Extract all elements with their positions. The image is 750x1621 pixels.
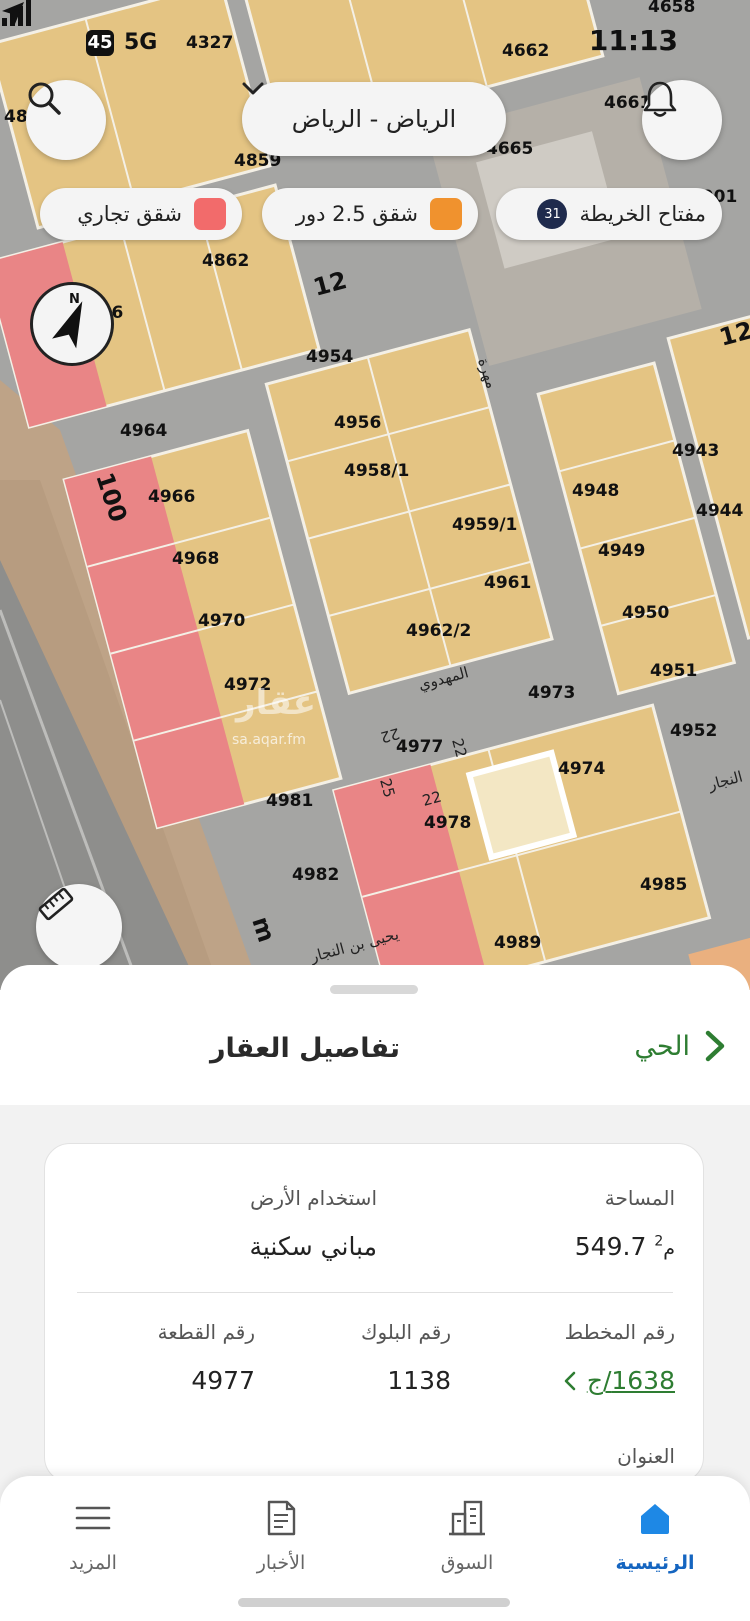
ruler-icon bbox=[38, 887, 74, 921]
plot-number-value: 4977 bbox=[191, 1366, 255, 1395]
tab-more-label: المزيد bbox=[69, 1552, 117, 1574]
legend-label: شقق تجاري bbox=[77, 202, 182, 226]
plot-label: 4956 bbox=[334, 413, 381, 433]
search-button[interactable] bbox=[26, 80, 106, 160]
block-number-value: 1138 bbox=[387, 1366, 451, 1395]
tab-market-label: السوق bbox=[440, 1552, 494, 1574]
city-name: الرياض - الرياض bbox=[291, 105, 457, 133]
tab-bar: الرئيسية السوق الأخبار المزيد bbox=[0, 1476, 750, 1621]
tab-market[interactable]: السوق bbox=[412, 1498, 522, 1574]
plot-label: 4966 bbox=[148, 487, 195, 507]
plot-number-cell: رقم القطعة 4977 bbox=[158, 1320, 255, 1395]
address-label: العنوان bbox=[617, 1444, 675, 1468]
menu-icon bbox=[75, 1506, 111, 1530]
area-label: المساحة bbox=[604, 1186, 675, 1210]
legend-label: شقق 2.5 دور bbox=[295, 202, 418, 226]
area-unit: م bbox=[663, 1238, 675, 1260]
area-cell: المساحة 549.7 م2 bbox=[575, 1186, 675, 1261]
plot-label: 4978 bbox=[424, 813, 471, 833]
map-key-label: مفتاح الخريطة bbox=[579, 202, 706, 226]
map-key-button[interactable]: مفتاح الخريطة 31 bbox=[496, 188, 722, 240]
plot-label: 4943 bbox=[672, 441, 719, 461]
city-selector[interactable]: الرياض - الرياض bbox=[242, 82, 506, 156]
notifications-button[interactable] bbox=[642, 80, 722, 160]
building-icon bbox=[449, 1500, 485, 1536]
bell-icon bbox=[643, 81, 677, 117]
plot-label: 4981 bbox=[266, 791, 313, 811]
chevron-left-icon bbox=[564, 1371, 576, 1390]
chevron-right-icon bbox=[705, 1030, 725, 1062]
plot-label: 4982 bbox=[292, 865, 339, 885]
plot-label: 4948 bbox=[572, 481, 619, 501]
legend-swatch bbox=[430, 198, 462, 230]
search-icon bbox=[28, 82, 61, 115]
watermark-url: sa.aqar.fm bbox=[232, 732, 306, 748]
measure-button[interactable] bbox=[36, 884, 122, 970]
block-number-label: رقم البلوك bbox=[360, 1320, 451, 1344]
plot-label: 4973 bbox=[528, 683, 575, 703]
plot-label: 4974 bbox=[558, 759, 605, 779]
plot-label: 4959/1 bbox=[452, 515, 517, 535]
tab-home-label: الرئيسية bbox=[615, 1552, 695, 1574]
plot-label: 4950 bbox=[622, 603, 669, 623]
tab-more[interactable]: المزيد bbox=[38, 1498, 148, 1574]
compass-icon: N bbox=[52, 292, 83, 349]
neighborhood-link-label: الحي bbox=[634, 1030, 690, 1062]
plan-number-cell: رقم المخطط 1638/ج bbox=[563, 1320, 675, 1395]
plot-label: 4989 bbox=[494, 933, 541, 953]
plot-label: 4951 bbox=[650, 661, 697, 681]
compass-button[interactable]: N bbox=[30, 282, 114, 366]
area-unit-sup: 2 bbox=[654, 1233, 664, 1250]
home-indicator bbox=[238, 1598, 510, 1607]
plan-number-label: رقم المخطط bbox=[564, 1320, 675, 1344]
location-arrow-icon bbox=[2, 2, 24, 24]
map-key-count: 31 bbox=[537, 199, 568, 229]
plot-label: 4952 bbox=[670, 721, 717, 741]
compass-north-label: N bbox=[69, 292, 80, 307]
plan-number-link[interactable]: 1638/ج bbox=[563, 1366, 675, 1395]
neighborhood-link[interactable]: الحي bbox=[634, 1029, 726, 1063]
plot-number-label: رقم القطعة bbox=[157, 1320, 255, 1344]
sheet-grabber[interactable] bbox=[330, 985, 418, 994]
legend-filter-commercial[interactable]: شقق تجاري bbox=[40, 188, 242, 240]
legend-filter-apartments-2-5[interactable]: شقق 2.5 دور bbox=[262, 188, 478, 240]
area-value: 549.7 bbox=[574, 1232, 647, 1261]
plot-label: 4962/2 bbox=[406, 621, 471, 641]
land-use-value: مباني سكنية bbox=[249, 1232, 377, 1261]
plot-label: 4968 bbox=[172, 549, 219, 569]
tab-news[interactable]: الأخبار bbox=[226, 1498, 336, 1574]
plot-label: 4862 bbox=[202, 251, 249, 271]
plot-label: 4961 bbox=[484, 573, 531, 593]
land-use-cell: استخدام الأرض مباني سكنية bbox=[249, 1186, 377, 1261]
document-icon bbox=[267, 1500, 296, 1536]
plot-label: 4949 bbox=[598, 541, 645, 561]
watermark-logo: عقار bbox=[234, 683, 316, 723]
plot-label: 4985 bbox=[640, 875, 687, 895]
details-card: المساحة 549.7 م2 استخدام الأرض مباني سكن… bbox=[44, 1143, 704, 1483]
plot-label: 4954 bbox=[306, 347, 353, 367]
status-bar: 45 5G 11:13 bbox=[0, 0, 750, 88]
plot-label: 4970 bbox=[198, 611, 245, 631]
divider bbox=[77, 1292, 673, 1293]
area-value-row: 549.7 م2 bbox=[575, 1232, 675, 1261]
tab-news-label: الأخبار bbox=[256, 1552, 306, 1574]
plan-number-value: 1638/ج bbox=[586, 1366, 675, 1395]
status-badge: 45 bbox=[86, 30, 114, 56]
block-number-cell: رقم البلوك 1138 bbox=[361, 1320, 451, 1395]
chevron-down-icon bbox=[242, 82, 264, 95]
land-use-label: استخدام الأرض bbox=[250, 1186, 377, 1210]
address-cell: العنوان bbox=[617, 1444, 675, 1468]
plot-label: 4958/1 bbox=[344, 461, 409, 481]
legend-swatch bbox=[194, 198, 226, 230]
map-view[interactable]: 4658 4662 4327 4839 4855 4661 4665 4859 … bbox=[0, 0, 750, 990]
plot-label: 4944 bbox=[696, 501, 743, 521]
tab-home[interactable]: الرئيسية bbox=[600, 1498, 710, 1574]
plot-label: 4964 bbox=[120, 421, 167, 441]
network-type: 5G bbox=[124, 30, 158, 55]
plot-label: 4977 bbox=[396, 737, 443, 757]
home-icon bbox=[641, 1504, 669, 1534]
status-time: 11:13 bbox=[588, 24, 678, 57]
